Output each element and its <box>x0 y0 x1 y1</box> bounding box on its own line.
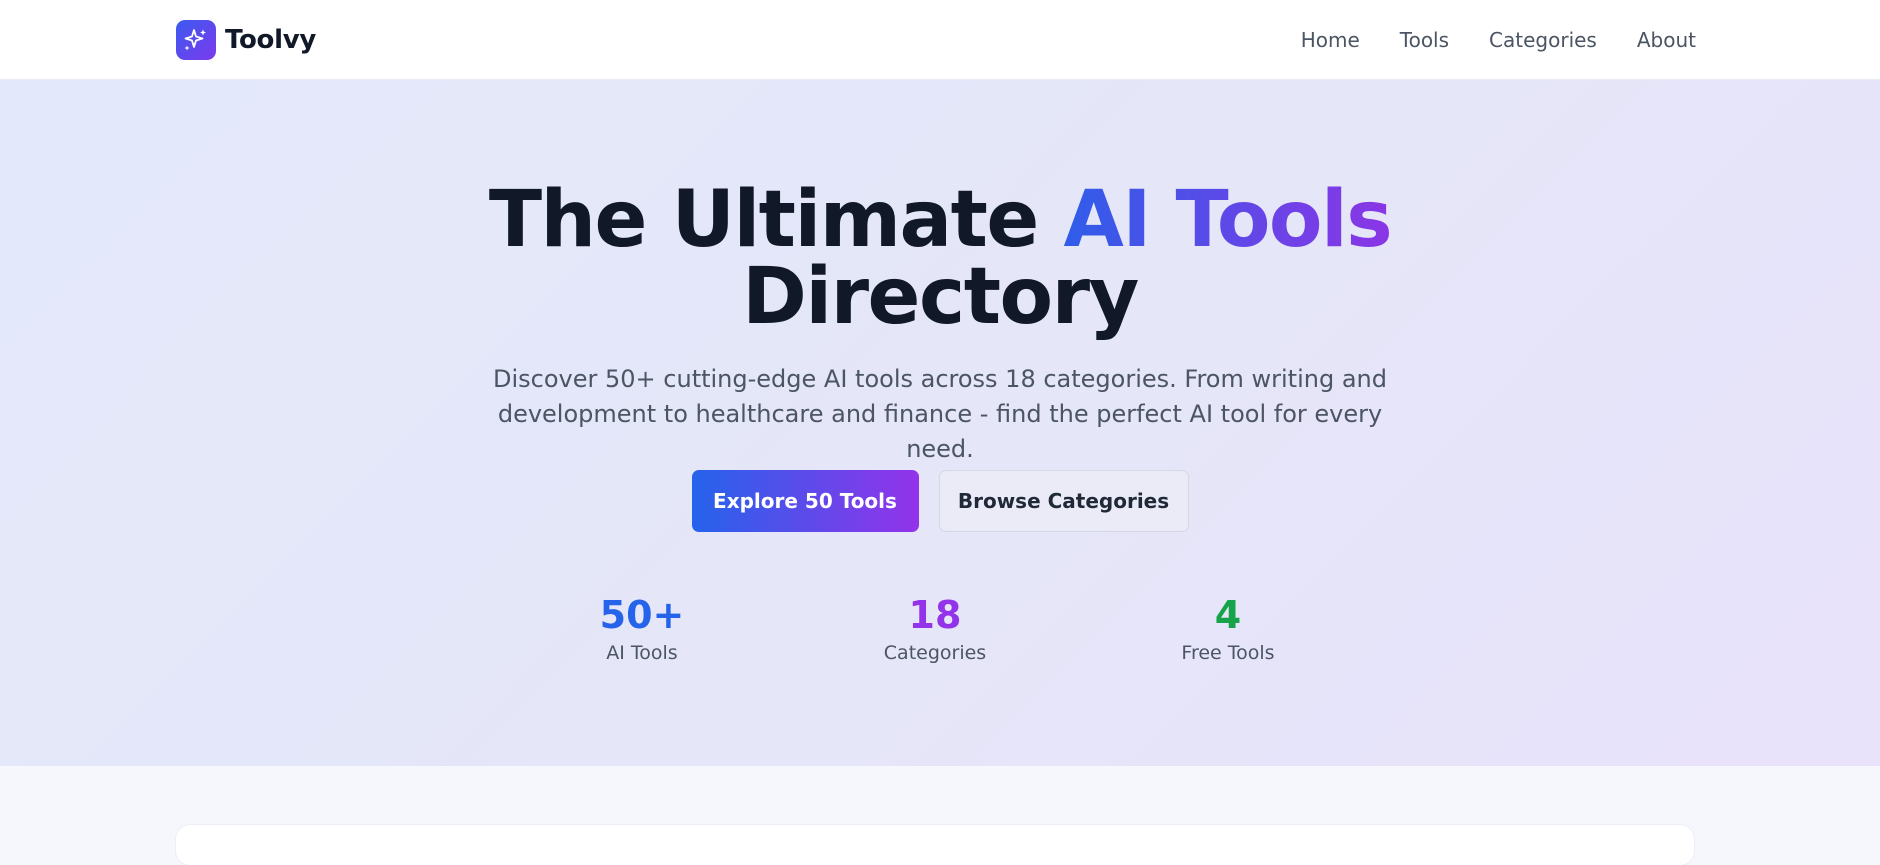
main-nav: Home Tools Categories About <box>1261 0 1696 80</box>
stat-value: 18 <box>908 593 962 637</box>
nav-about[interactable]: About <box>1637 28 1696 52</box>
hero-subtitle: Discover 50+ cutting-edge AI tools acros… <box>493 365 1387 463</box>
hero-section: The Ultimate AI Tools Directory Discover… <box>0 80 1880 766</box>
brand-home-link[interactable]: Toolvy <box>176 19 316 61</box>
brand-name: Toolvy <box>225 25 317 55</box>
browse-categories-button[interactable]: Browse Categories <box>938 470 1189 532</box>
stat-value: 4 <box>1214 593 1242 637</box>
stat-value: 50+ <box>599 593 685 637</box>
stat-label: Categories <box>883 642 987 664</box>
nav-categories[interactable]: Categories <box>1489 28 1597 52</box>
content-card <box>176 825 1694 865</box>
stat-free-tools: 4 Free Tools <box>1118 593 1338 664</box>
hero-title: The Ultimate AI Tools Directory <box>0 181 1880 336</box>
top-navbar: Toolvy Home Tools Categories About <box>0 0 1880 80</box>
sparkles-icon <box>176 20 216 60</box>
hero-actions: Explore 50 Tools Browse Categories <box>0 470 1880 532</box>
explore-tools-button[interactable]: Explore 50 Tools <box>691 470 919 532</box>
stat-label: AI Tools <box>606 642 678 664</box>
hero-title-part2: Directory <box>742 252 1139 342</box>
stat-ai-tools: 50+ AI Tools <box>532 593 752 664</box>
nav-home[interactable]: Home <box>1301 28 1360 52</box>
nav-tools[interactable]: Tools <box>1400 28 1449 52</box>
stat-categories: 18 Categories <box>825 593 1045 664</box>
stat-label: Free Tools <box>1181 642 1275 664</box>
content-section <box>0 766 1880 865</box>
